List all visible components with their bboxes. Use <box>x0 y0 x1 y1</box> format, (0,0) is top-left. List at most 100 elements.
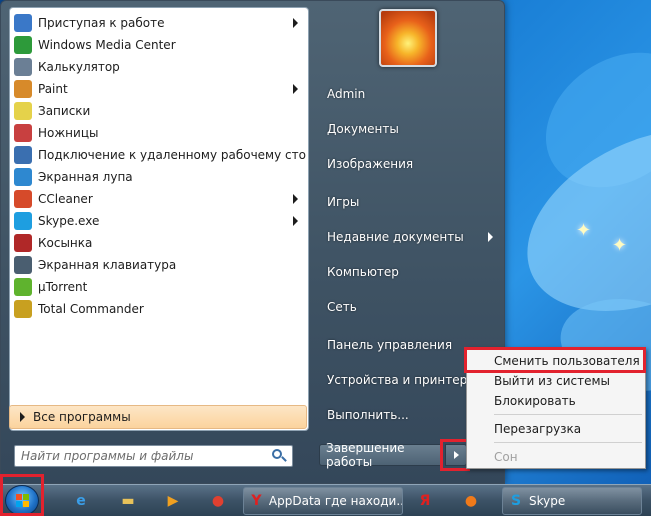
menu-separator <box>494 442 642 443</box>
wallpaper-sparkle: ✦ <box>576 220 592 241</box>
program-item[interactable]: Paint <box>12 78 306 100</box>
taskbar-icon-glyph: e <box>76 493 86 509</box>
start-menu-link[interactable]: Изображения <box>319 151 499 177</box>
start-menu-link-label: Документы <box>327 122 399 136</box>
start-menu-link-label: Панель управления <box>327 338 453 352</box>
program-label: Приступая к работе <box>38 16 165 30</box>
search-icon[interactable] <box>272 449 287 463</box>
taskbar-icon-glyph: ▬ <box>121 493 135 509</box>
media-player-icon[interactable]: ▶ <box>160 487 186 515</box>
program-label: Total Commander <box>38 302 144 316</box>
program-item[interactable]: Экранная лупа <box>12 166 306 188</box>
explorer-folder-icon[interactable]: ▬ <box>115 487 141 515</box>
taskbar-window-button[interactable]: Y AppData где находи... <box>243 487 403 515</box>
user-avatar[interactable] <box>379 9 437 67</box>
yandex-browser-icon[interactable]: Я <box>412 487 438 515</box>
snipping-tool-icon <box>14 124 32 142</box>
highlight-frame <box>464 347 646 373</box>
taskbar-icon-glyph: ● <box>211 493 225 509</box>
solitaire-icon <box>14 234 32 252</box>
programs-pane: Приступая к работе Windows Media Center Ка… <box>9 7 309 431</box>
all-programs-button[interactable]: Все программы <box>9 405 307 429</box>
start-menu-link-label: Сеть <box>327 300 357 314</box>
program-item[interactable]: Записки <box>12 100 306 122</box>
shutdown-menu-item[interactable]: Перезагрузка <box>467 419 645 439</box>
shutdown-label: Завершение работы <box>326 441 405 469</box>
search-box[interactable] <box>14 445 293 467</box>
program-label: Ножницы <box>38 126 99 140</box>
chevron-right-icon <box>293 18 298 28</box>
program-item[interactable]: Windows Media Center <box>12 34 306 56</box>
program-label: Windows Media Center <box>38 38 176 52</box>
internet-explorer-icon[interactable]: e <box>68 487 94 515</box>
total-commander-icon <box>14 300 32 318</box>
program-label: Косынка <box>38 236 93 250</box>
start-menu-link-label: Компьютер <box>327 265 399 279</box>
program-item[interactable]: Подключение к удаленному рабочему сто... <box>12 144 306 166</box>
program-label: Записки <box>38 104 91 118</box>
start-menu-link[interactable]: Компьютер <box>319 259 499 285</box>
chevron-right-icon <box>488 232 493 242</box>
program-label: Подключение к удаленному рабочему сто... <box>38 148 306 162</box>
start-menu-link[interactable]: Игры <box>319 189 499 215</box>
program-item[interactable]: µTorrent <box>12 276 306 298</box>
program-label: µTorrent <box>38 280 88 294</box>
start-menu-link-label: Игры <box>327 195 360 209</box>
onscreen-keyboard-icon <box>14 256 32 274</box>
start-menu-link[interactable]: Admin <box>319 81 499 107</box>
chrome-icon[interactable]: ● <box>205 487 231 515</box>
taskbar-icon-glyph: ▶ <box>167 493 179 509</box>
program-item[interactable]: Skype.exe <box>12 210 306 232</box>
taskbar-icon-glyph: ● <box>464 493 478 509</box>
calculator-icon <box>14 58 32 76</box>
program-item[interactable]: Приступая к работе <box>12 12 306 34</box>
skype-icon <box>14 212 32 230</box>
getting-started-icon <box>14 14 32 32</box>
start-menu-link[interactable]: Документы <box>319 116 499 142</box>
program-item[interactable]: Экранная клавиатура <box>12 254 306 276</box>
program-label: Skype.exe <box>38 214 100 228</box>
start-menu-link-label: Недавние документы <box>327 230 464 244</box>
magnifier-icon <box>14 168 32 186</box>
expand-arrow-icon <box>20 412 25 422</box>
start-menu: Приступая к работе Windows Media Center Ка… <box>0 0 505 484</box>
program-item[interactable]: Total Commander <box>12 298 306 320</box>
start-menu-link-label: Выполнить... <box>327 408 409 422</box>
remote-desktop-icon <box>14 146 32 164</box>
menu-separator <box>494 414 642 415</box>
shutdown-button[interactable]: Завершение работы <box>319 441 441 469</box>
start-menu-link-label: Устройства и принтеры <box>327 373 477 387</box>
search-input[interactable] <box>21 449 272 463</box>
taskbar-icon-glyph: Я <box>419 493 431 509</box>
window-app-icon: Y <box>251 493 262 509</box>
shutdown-menu-item[interactable]: Блокировать <box>467 391 645 411</box>
all-programs-label: Все программы <box>33 410 131 424</box>
taskbar-window-label: AppData где находи... <box>268 494 402 508</box>
chevron-right-icon <box>293 84 298 94</box>
program-item[interactable]: Ножницы <box>12 122 306 144</box>
shutdown-menu-item: Сон <box>494 450 518 464</box>
start-menu-link[interactable]: Недавние документы <box>319 224 499 250</box>
program-label: CCleaner <box>38 192 93 206</box>
program-label: Paint <box>38 82 68 96</box>
taskbar: e ▬ ▶ ● Y AppData где находи... Я ● S Skype <box>0 484 651 516</box>
start-menu-link-label: Admin <box>327 87 366 101</box>
highlight-frame <box>0 474 44 516</box>
chevron-right-icon <box>293 216 298 226</box>
taskbar-window-button[interactable]: S Skype <box>502 487 642 515</box>
firefox-icon[interactable]: ● <box>458 487 484 515</box>
start-menu-link[interactable]: Сеть <box>319 294 499 320</box>
window-app-icon: S <box>510 493 522 509</box>
program-item[interactable]: Косынка <box>12 232 306 254</box>
paint-icon <box>14 80 32 98</box>
taskbar-window-label: Skype <box>529 494 566 508</box>
ccleaner-icon <box>14 190 32 208</box>
start-menu-link-label: Изображения <box>327 157 414 171</box>
sticky-notes-icon <box>14 102 32 120</box>
program-label: Экранная лупа <box>38 170 133 184</box>
shutdown-menu-item[interactable]: Выйти из системы <box>467 371 645 391</box>
program-item[interactable]: Калькулятор <box>12 56 306 78</box>
program-item[interactable]: CCleaner <box>12 188 306 210</box>
program-label: Экранная клавиатура <box>38 258 177 272</box>
program-label: Калькулятор <box>38 60 120 74</box>
